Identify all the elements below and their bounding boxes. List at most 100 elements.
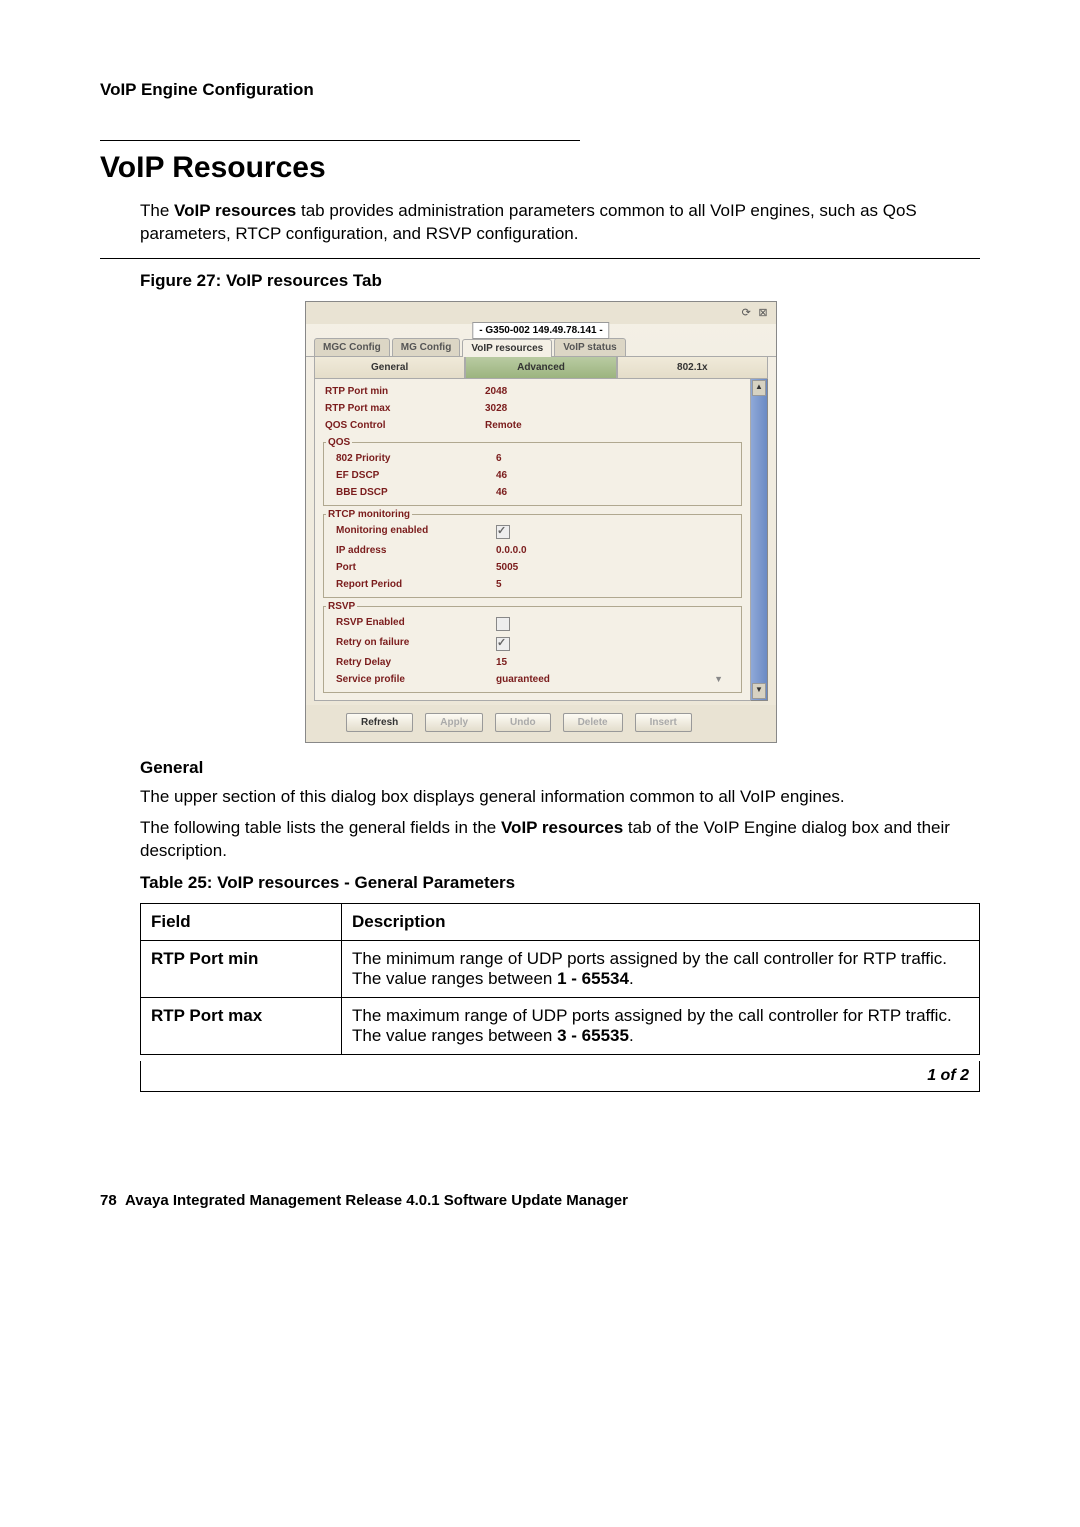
tab-voip-resources[interactable]: VoIP resources: [462, 339, 552, 357]
scroll-down-icon[interactable]: ▼: [752, 683, 766, 699]
row-qos-control: QOS Control Remote: [315, 417, 750, 434]
row-retry-on-failure: Retry on failure: [326, 634, 739, 654]
apply-button[interactable]: Apply: [425, 713, 483, 732]
table-row: RTP Port max The maximum range of UDP po…: [141, 997, 980, 1054]
value: 5: [496, 579, 502, 590]
td-field: RTP Port max: [141, 997, 342, 1054]
subtabs: General Advanced 802.1x: [306, 356, 776, 379]
value: 6: [496, 453, 502, 464]
label: 802 Priority: [336, 453, 496, 464]
delete-button[interactable]: Delete: [563, 713, 623, 732]
parameters-table: Field Description RTP Port min The minim…: [140, 903, 980, 1055]
label: QOS Control: [325, 420, 485, 431]
row-monitoring-enabled: Monitoring enabled: [326, 522, 739, 542]
tab-mgc-config[interactable]: MGC Config: [314, 338, 390, 356]
tab-mg-config[interactable]: MG Config: [392, 338, 461, 356]
row-ef-dscp: EF DSCP 46: [326, 467, 739, 484]
tabs: MGC Config MG Config VoIP resources VoIP…: [306, 338, 776, 356]
checkbox-monitoring[interactable]: [496, 525, 510, 539]
page-number: 78: [100, 1192, 117, 1209]
subtab-general[interactable]: General: [314, 357, 465, 379]
divider: [100, 258, 980, 259]
scroll-up-icon[interactable]: ▲: [752, 380, 766, 396]
scrollbar[interactable]: ▲ ▼: [751, 379, 768, 701]
section-title: VoIP Resources: [100, 151, 980, 185]
tab-voip-status[interactable]: VoIP status: [554, 338, 626, 356]
figure-caption: Figure 27: VoIP resources Tab: [140, 271, 980, 291]
divider: [100, 140, 580, 141]
row-rtp-port-max: RTP Port max 3028: [315, 400, 750, 417]
running-header: VoIP Engine Configuration: [100, 80, 980, 100]
text: The maximum range of UDP ports assigned …: [352, 1006, 952, 1045]
rtcp-group: RTCP monitoring Monitoring enabled IP ad…: [323, 509, 742, 598]
text-bold: 1 - 65534: [557, 969, 629, 988]
close-icon[interactable]: ⊠: [756, 306, 770, 320]
undo-button[interactable]: Undo: [495, 713, 551, 732]
row-ip-address: IP address 0.0.0.0: [326, 542, 739, 559]
table-pager: 1 of 2: [140, 1061, 980, 1092]
checkbox-rsvp-enabled[interactable]: [496, 617, 510, 631]
legend: RTCP monitoring: [326, 509, 412, 520]
row-bbe-dscp: BBE DSCP 46: [326, 484, 739, 501]
value: 5005: [496, 562, 518, 573]
subtab-advanced[interactable]: Advanced: [465, 357, 616, 379]
label: RTP Port max: [325, 403, 485, 414]
table-caption: Table 25: VoIP resources - General Param…: [140, 873, 980, 893]
label: Retry on failure: [336, 637, 496, 651]
row-retry-delay: Retry Delay 15: [326, 654, 739, 671]
table-row: Field Description: [141, 903, 980, 940]
td-desc: The minimum range of UDP ports assigned …: [342, 940, 980, 997]
label: RTP Port min: [325, 386, 485, 397]
insert-button[interactable]: Insert: [635, 713, 692, 732]
legend: QOS: [326, 437, 352, 448]
label: Port: [336, 562, 496, 573]
text-bold: 3 - 65535: [557, 1026, 629, 1045]
label: BBE DSCP: [336, 487, 496, 498]
row-rtp-port-min: RTP Port min 2048: [315, 383, 750, 400]
row-802-priority: 802 Priority 6: [326, 450, 739, 467]
chevron-down-icon: ▼: [714, 674, 723, 684]
row-service-profile[interactable]: Service profile guaranteed ▼: [326, 671, 739, 688]
text-bold: VoIP resources: [174, 201, 296, 220]
label: EF DSCP: [336, 470, 496, 481]
text: .: [629, 1026, 634, 1045]
row-report-period: Report Period 5: [326, 576, 739, 593]
refresh-icon[interactable]: ⟳: [739, 306, 753, 320]
qos-group: QOS 802 Priority 6 EF DSCP 46 BBE DSCP 4…: [323, 437, 742, 506]
table-row: RTP Port min The minimum range of UDP po…: [141, 940, 980, 997]
value: 46: [496, 487, 507, 498]
text-bold: VoIP resources: [501, 818, 623, 837]
page-footer: 78 Avaya Integrated Management Release 4…: [100, 1192, 980, 1209]
text: The following table lists the general fi…: [140, 818, 501, 837]
text: .: [629, 969, 634, 988]
td-field: RTP Port min: [141, 940, 342, 997]
text: The: [140, 201, 174, 220]
subtab-8021x[interactable]: 802.1x: [617, 357, 768, 379]
footer-text: Avaya Integrated Management Release 4.0.…: [125, 1192, 628, 1209]
legend: RSVP: [326, 601, 357, 612]
label: Report Period: [336, 579, 496, 590]
rsvp-group: RSVP RSVP Enabled Retry on failure Retry…: [323, 601, 742, 693]
value: Remote: [485, 420, 522, 431]
general-p2: The following table lists the general fi…: [140, 817, 980, 863]
td-desc: The maximum range of UDP ports assigned …: [342, 997, 980, 1054]
th-field: Field: [141, 903, 342, 940]
label: Monitoring enabled: [336, 525, 496, 539]
titlebar: ⟳ ⊠: [306, 302, 776, 324]
value: 46: [496, 470, 507, 481]
value: 2048: [485, 386, 507, 397]
label: RSVP Enabled: [336, 617, 496, 631]
general-p1: The upper section of this dialog box dis…: [140, 786, 980, 809]
button-bar: Refresh Apply Undo Delete Insert: [306, 705, 776, 742]
checkbox-retry-on-failure[interactable]: [496, 637, 510, 651]
intro-paragraph: The VoIP resources tab provides administ…: [140, 200, 980, 246]
text: The minimum range of UDP ports assigned …: [352, 949, 947, 988]
device-id: - G350-002 149.49.78.141 -: [472, 322, 609, 339]
refresh-button[interactable]: Refresh: [346, 713, 413, 732]
general-subhead: General: [140, 758, 980, 778]
label: Retry Delay: [336, 657, 496, 668]
label: Service profile: [336, 674, 496, 685]
th-description: Description: [342, 903, 980, 940]
value: 3028: [485, 403, 507, 414]
content-pane: RTP Port min 2048 RTP Port max 3028 QOS …: [314, 379, 751, 701]
